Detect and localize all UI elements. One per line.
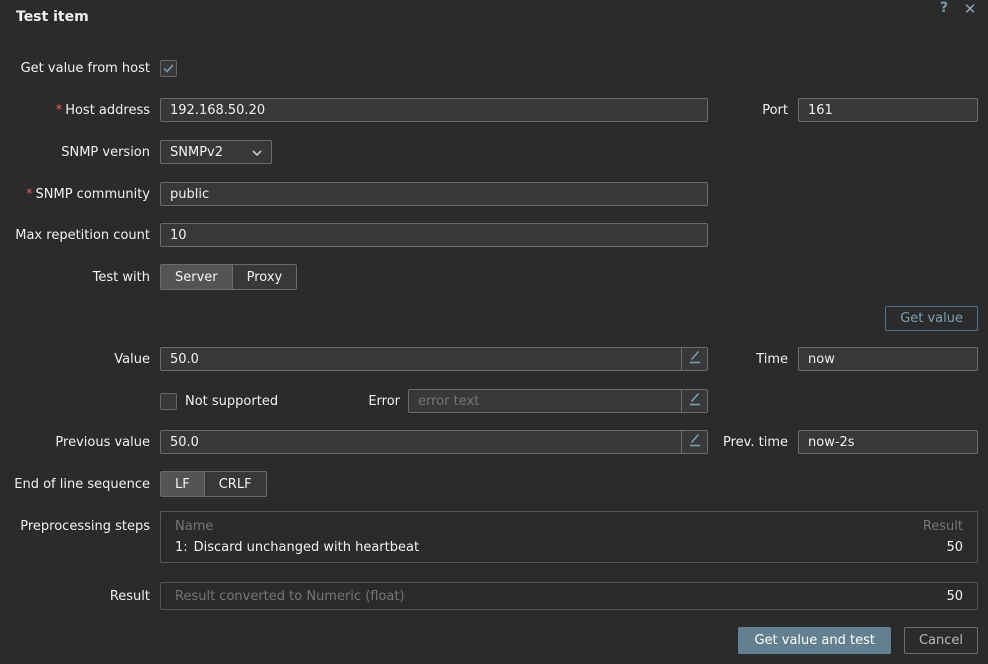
row-host-address: *Host address Port [0,98,978,122]
time-input[interactable] [798,347,978,371]
not-supported-label: Not supported [185,394,278,409]
row-not-supported-error: Not supported Error [0,389,978,413]
value-input-group [160,347,708,371]
host-address-label: *Host address [0,103,150,118]
row-result: Result Result converted to Numeric (floa… [0,582,978,610]
test-with-option-server[interactable]: Server [161,265,232,289]
test-with-segmented: Server Proxy [160,264,297,290]
max-repetition-count-input[interactable] [160,223,708,247]
pencil-icon [688,433,702,451]
required-asterisk: * [56,103,63,118]
preprocessing-step-result: 50 [946,540,963,555]
row-preprocessing-steps: Preprocessing steps Name Result 1:Discar… [0,511,978,563]
checkmark-icon [163,64,174,73]
test-with-option-proxy[interactable]: Proxy [232,265,297,289]
chevron-down-icon [252,145,262,160]
prev-time-input[interactable] [798,430,978,454]
required-asterisk: * [26,187,33,202]
eol-segmented: LF CRLF [160,471,267,497]
cancel-button[interactable]: Cancel [904,627,978,654]
result-label: Result [0,589,150,604]
row-previous-value: Previous value Prev. time [0,430,978,454]
result-text: Result converted to Numeric (float) [175,589,946,604]
get-value-from-host-checkbox[interactable] [160,60,177,77]
row-snmp-community: *SNMP community [0,182,978,206]
row-max-repetition-count: Max repetition count [0,223,978,247]
not-supported-checkbox[interactable] [160,393,177,410]
preprocessing-steps-label: Preprocessing steps [0,511,150,534]
max-repetition-count-label: Max repetition count [0,228,150,243]
snmp-version-selected: SNMPv2 [170,145,252,160]
row-value: Value Time [0,347,978,371]
value-editor-button[interactable] [681,347,708,371]
preprocessing-col-name: Name [175,519,923,534]
host-address-input[interactable] [160,98,708,122]
test-item-dialog: Test item ? ✕ Get value from host *Host … [0,0,988,664]
value-label: Value [0,352,150,367]
result-box: Result converted to Numeric (float) 50 [160,582,978,610]
error-input-group [408,389,708,413]
prev-time-label: Prev. time [718,435,788,450]
eol-option-lf[interactable]: LF [161,472,204,496]
get-value-button[interactable]: Get value [885,306,978,331]
port-label: Port [718,103,788,118]
snmp-version-label: SNMP version [0,145,150,160]
row-snmp-version: SNMP version SNMPv2 [0,140,978,164]
port-input[interactable] [798,98,978,122]
eol-option-crlf[interactable]: CRLF [204,472,266,496]
step-number: 1: [175,540,188,555]
test-with-label: Test with [0,270,150,285]
pencil-icon [688,350,702,368]
time-label: Time [718,352,788,367]
preprocessing-col-result: Result [923,519,963,534]
get-value-from-host-label: Get value from host [0,61,150,76]
row-get-value-from-host: Get value from host [0,59,978,77]
get-value-and-test-button[interactable]: Get value and test [738,627,891,654]
value-input[interactable] [160,347,681,371]
previous-value-input-group [160,430,708,454]
end-of-line-sequence-label: End of line sequence [0,477,150,492]
previous-value-label: Previous value [0,435,150,450]
previous-value-editor-button[interactable] [681,430,708,454]
preprocessing-header: Name Result [161,516,977,537]
row-test-with: Test with Server Proxy [0,264,978,290]
dialog-footer: Get value and test Cancel [0,627,978,654]
error-editor-button[interactable] [681,389,708,413]
close-icon[interactable]: ✕ [961,0,979,18]
snmp-community-label: *SNMP community [0,187,150,202]
help-icon[interactable]: ? [936,0,952,18]
result-value: 50 [946,589,963,604]
error-input[interactable] [408,389,681,413]
row-end-of-line-sequence: End of line sequence LF CRLF [0,471,978,497]
previous-value-input[interactable] [160,430,681,454]
snmp-community-input[interactable] [160,182,708,206]
preprocessing-table: Name Result 1:Discard unchanged with hea… [160,511,978,563]
preprocessing-step-name: 1:Discard unchanged with heartbeat [175,540,946,555]
preprocessing-step-row: 1:Discard unchanged with heartbeat 50 [161,537,977,558]
dialog-title: Test item [16,9,89,25]
pencil-icon [688,392,702,410]
row-get-value: Get value [0,306,978,331]
error-label: Error [368,394,400,409]
snmp-version-select[interactable]: SNMPv2 [160,140,272,164]
